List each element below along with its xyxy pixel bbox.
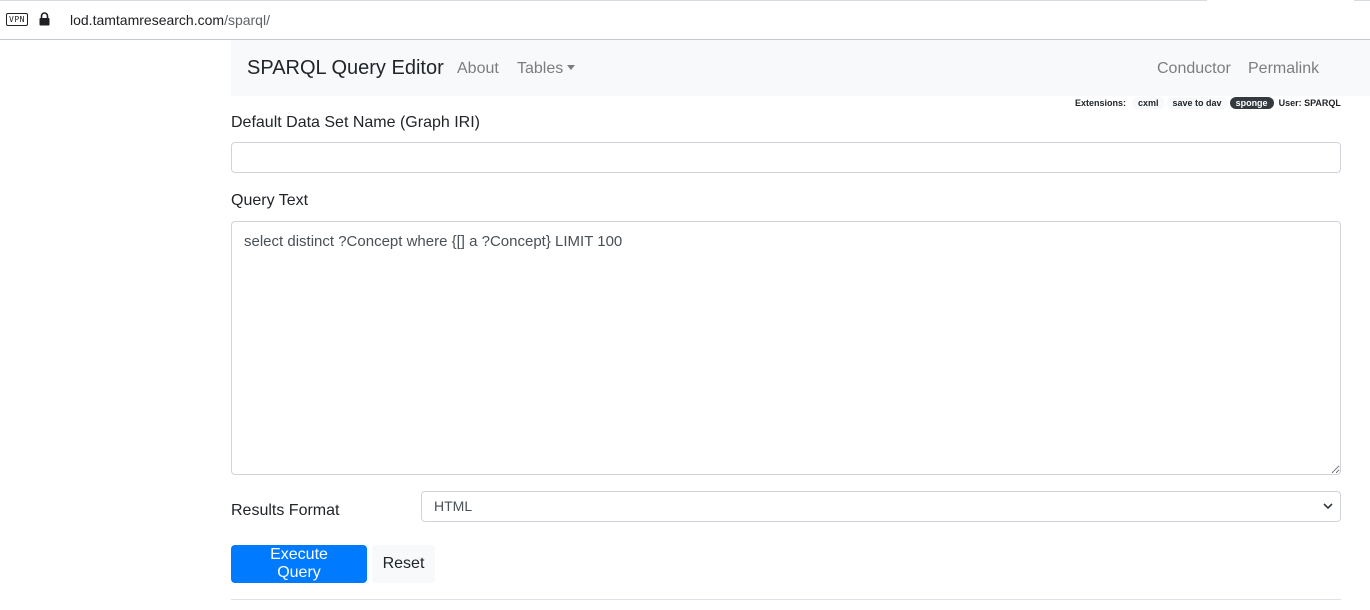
reset-button[interactable]: Reset [372, 545, 435, 583]
navbar: SPARQL Query Editor About Tables Conduct… [231, 40, 1370, 96]
execute-query-button[interactable]: Execute Query [231, 545, 367, 583]
results-format-label: Results Format [231, 502, 340, 519]
browser-address-bar: VPN lod.tamtamresearch.com/sparql/ [0, 0, 1370, 40]
extension-save-to-dav[interactable]: save to dav [1166, 97, 1228, 109]
nav-tables-label: Tables [517, 60, 564, 77]
divider [231, 599, 1341, 600]
results-format-value: HTML [434, 498, 473, 514]
navbar-brand[interactable]: SPARQL Query Editor [247, 57, 444, 80]
graph-iri-label: Default Data Set Name (Graph IRI) [231, 114, 480, 131]
nav-permalink-link[interactable]: Permalink [1248, 60, 1319, 78]
query-text-area[interactable]: select distinct ?Concept where {[] a ?Co… [231, 221, 1341, 475]
results-format-select[interactable]: HTML [421, 491, 1341, 522]
graph-iri-input[interactable] [231, 142, 1341, 173]
nav-conductor-link[interactable]: Conductor [1157, 60, 1231, 78]
nav-tables-dropdown[interactable]: Tables [517, 60, 576, 78]
chevron-down-icon [1323, 503, 1333, 510]
query-text-label: Query Text [231, 192, 309, 209]
extensions-label: Extensions: [1075, 98, 1127, 108]
tab-strip-edge [1354, 0, 1370, 1]
extension-cxml[interactable]: cxml [1132, 97, 1165, 109]
vpn-badge[interactable]: VPN [6, 13, 28, 26]
user-label: User: SPARQL [1278, 98, 1341, 108]
extensions-bar: Extensions: cxml save to dav sponge User… [1070, 96, 1341, 110]
url-path: /sparql/ [224, 12, 270, 28]
caret-down-icon [567, 65, 576, 70]
url-field[interactable]: lod.tamtamresearch.com/sparql/ [70, 12, 270, 28]
extension-sponge[interactable]: sponge [1229, 97, 1274, 109]
lock-icon[interactable] [39, 12, 50, 26]
url-host: lod.tamtamresearch.com [70, 12, 225, 28]
nav-about-link[interactable]: About [457, 60, 499, 78]
tab-strip-edge [0, 0, 1207, 1]
